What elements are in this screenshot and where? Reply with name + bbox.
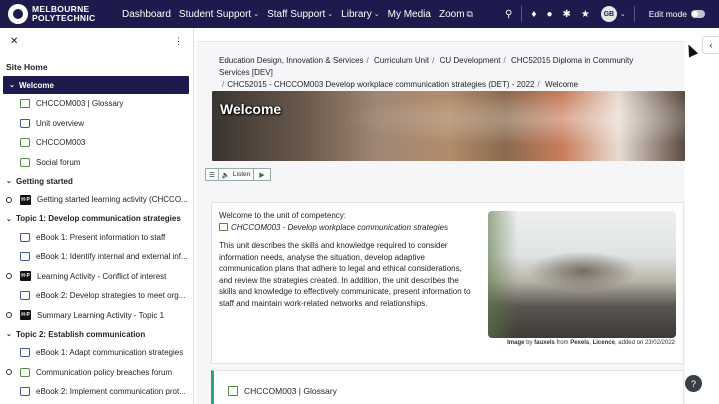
section-getting-started[interactable]: ⌄ Getting started [0,172,193,190]
welcome-banner-image: Welcome [212,91,685,161]
edit-mode-label: Edit mode [648,9,687,19]
breadcrumb-item[interactable]: CU Development [440,56,501,65]
close-icon[interactable]: ✕ [10,36,18,47]
section-topic-1[interactable]: ⌄ Topic 1: Develop communication strateg… [0,210,193,228]
activity-unit-overview[interactable]: Unit overview [0,114,193,134]
unit-description: This unit describes the skills and knowl… [219,241,471,308]
activity-summary-topic-1[interactable]: H·P Summary Learning Activity - Topic 1 [0,306,193,326]
chevron-down-icon: ⌄ [9,82,15,89]
bug-icon[interactable]: ✱ [562,9,570,20]
breadcrumb-item[interactable]: Education Design, Innovation & Services [219,56,364,65]
chevron-down-icon: ⌄ [327,11,334,18]
book-icon [20,387,30,397]
menu-icon[interactable]: ☰ [206,169,219,180]
breadcrumb-item[interactable]: CHC52015 - CHCCOM003 Develop workplace c… [227,80,534,89]
logo-line2: POLYTECHNIC [32,13,96,23]
h5p-icon: H·P [20,271,31,282]
chevron-down-icon[interactable]: ⌄ [620,10,626,18]
top-navbar: MELBOURNE POLYTECHNIC Dashboard Student … [0,0,719,28]
readspeaker-toolbar: ☰ 🔈 Listen ▶ [205,168,271,181]
activity-policy-breaches-forum[interactable]: Communication policy breaches forum [0,363,193,383]
caption-license-link[interactable]: Licence [593,340,615,346]
section-welcome[interactable]: ⌄ Welcome [3,76,189,94]
welcome-card: Welcome to the unit of competency: CHCCO… [211,202,684,364]
play-icon[interactable]: ▶ [254,169,269,180]
message-icon[interactable]: ● [546,9,552,20]
completion-circle-icon[interactable] [6,196,12,203]
caption-author-link[interactable]: fauxels [534,340,555,346]
activity-ebook-develop-strategies[interactable]: eBook 2: Develop strategies to meet org.… [0,286,193,306]
book-icon [20,291,30,301]
listen-button[interactable]: 🔈 Listen [219,169,255,180]
meeting-photo [488,211,676,338]
nav-dashboard[interactable]: Dashboard [122,9,171,20]
activity-glossary[interactable]: CHCCOM003 | Glossary [0,94,193,114]
bell-icon[interactable]: ♦ [531,9,536,20]
book-icon [20,232,30,242]
star-icon[interactable]: ★ [581,9,590,20]
forum-icon [20,157,30,167]
activity-ebook-present-info[interactable]: eBook 1: Present information to staff [0,228,193,248]
activity-conflict-of-interest[interactable]: H·P Learning Activity - Conflict of inter… [0,267,193,287]
search-icon[interactable]: ⚲ [505,9,512,20]
chevron-down-icon: ⌄ [6,178,12,185]
forum-icon [20,138,30,148]
unit-name: CHCCOM003 - Develop workplace communicat… [219,222,475,234]
section-topic-2[interactable]: ⌄ Topic 2: Establish communication [0,325,193,343]
logo-icon [8,4,28,24]
glossary-card-label[interactable]: CHCCOM003 | Glossary [244,386,337,396]
nav-staff-support[interactable]: Staff Support ⌄ [267,9,333,20]
activity-ebook-adapt-strategies[interactable]: eBook 1: Adapt communication strategies [0,343,193,363]
external-link-icon: ⧉ [466,8,473,19]
activity-ebook-identify-info[interactable]: eBook 1: Identify internal and external … [0,247,193,267]
right-drawer-toggle[interactable]: ‹ [702,36,719,54]
h5p-icon: H·P [20,310,31,321]
chevron-down-icon: ⌄ [6,331,12,338]
activity-ebook-implement-protocols[interactable]: eBook 2: Implement communication prot... [0,382,193,402]
activity-social-forum[interactable]: Social forum [0,153,193,173]
speaker-icon: 🔈 [221,171,230,179]
book-icon [20,348,30,358]
breadcrumb: Education Design, Innovation & Services /… [219,56,634,89]
nav-divider [521,6,523,22]
course-index-drawer: ✕ ⋮ Site Home ⌄ Welcome CHCCOM003 | Glos… [0,28,194,404]
chevron-down-icon: ⌄ [373,11,380,18]
chevron-down-icon: ⌄ [253,11,260,18]
glossary-icon [20,99,30,109]
completion-circle-icon[interactable] [6,312,12,319]
nav-library[interactable]: Library ⌄ [341,9,379,20]
help-button[interactable]: ? [685,375,702,392]
chevron-down-icon: ⌄ [6,215,12,223]
nav-my-media[interactable]: My Media [388,9,431,20]
avatar[interactable]: GB [600,6,617,22]
main-content: Education Design, Innovation & Services /… [195,28,719,404]
glossary-icon [219,223,228,232]
banner-title: Welcome [220,101,282,117]
nav-student-support[interactable]: Student Support ⌄ [179,9,259,20]
site-logo[interactable]: MELBOURNE POLYTECHNIC [8,4,108,24]
completion-circle-icon[interactable] [6,369,12,376]
kebab-menu-icon[interactable]: ⋮ [174,36,183,47]
nav-divider [633,6,635,22]
edit-mode-toggle[interactable] [691,10,705,18]
site-home-link[interactable]: Site Home [0,54,193,76]
nav-zoom[interactable]: Zoom ⧉ [439,9,473,20]
caption-source-link[interactable]: Pexels [570,340,589,346]
book-icon [20,118,30,128]
h5p-icon: H·P [20,194,31,205]
forum-icon [20,367,30,377]
book-icon [20,252,30,262]
glossary-activity-card[interactable]: CHCCOM003 | Glossary [211,370,684,404]
completion-circle-icon[interactable] [6,273,12,280]
image-caption: Image by fauxels from Pexels, Licence, a… [507,340,675,346]
glossary-icon [228,386,238,396]
activity-chccom003-forum[interactable]: CHCCOM003 [0,133,193,153]
activity-getting-started-learning[interactable]: H·P Getting started learning activity (CH… [0,190,193,210]
chevron-left-icon: ‹ [709,40,713,50]
breadcrumb-current: Welcome [544,80,579,89]
intro-line: Welcome to the unit of competency: [219,211,347,220]
breadcrumb-item[interactable]: Curriculum Unit [374,56,429,65]
